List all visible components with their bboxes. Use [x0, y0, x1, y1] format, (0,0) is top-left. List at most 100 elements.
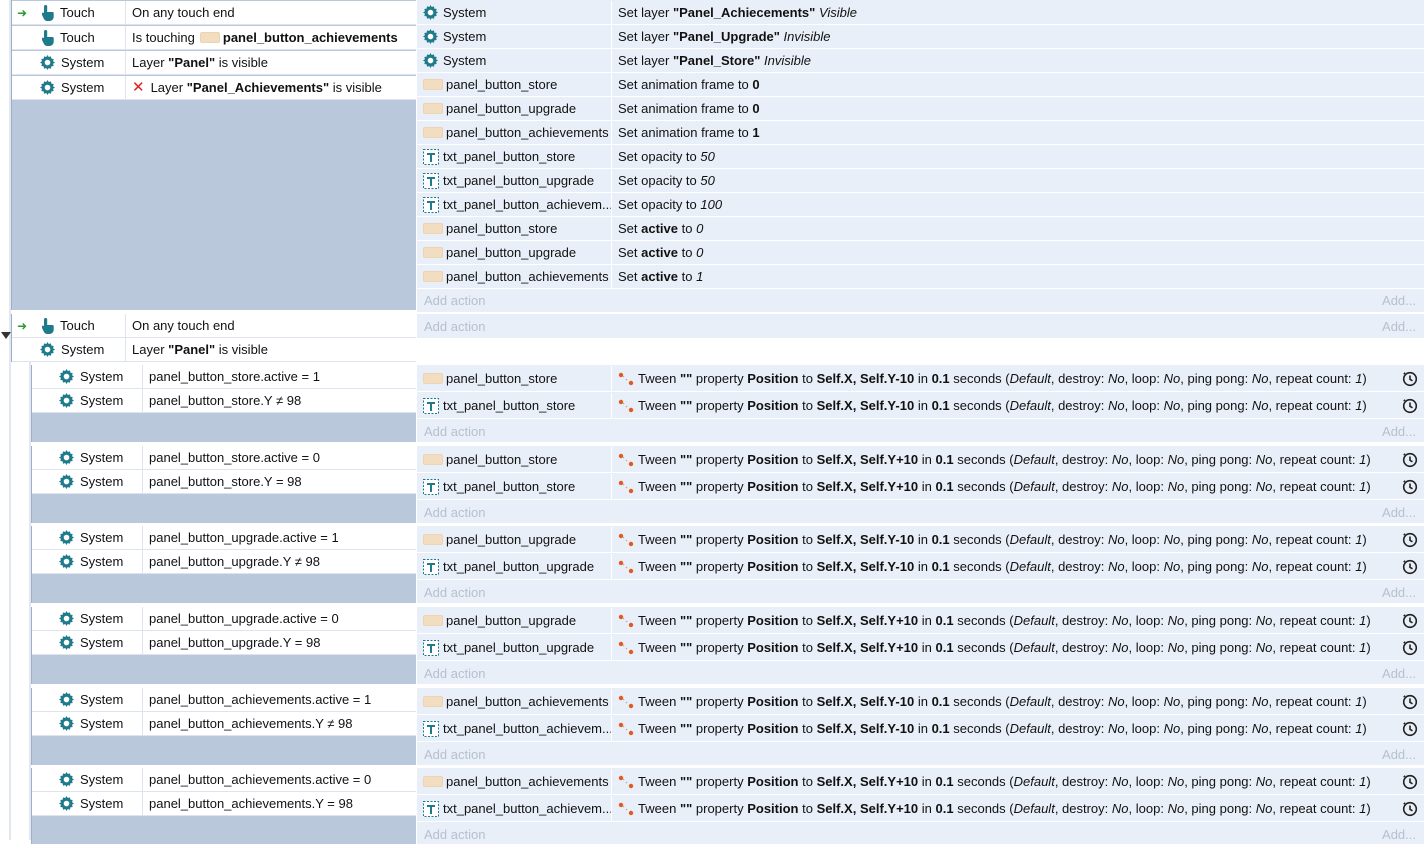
tween-icon — [618, 480, 634, 493]
wait-clock-icon[interactable] — [1402, 774, 1418, 790]
action-row[interactable]: txt_panel_button_achievem... Tween "" pro… — [417, 716, 1424, 742]
condition-row[interactable]: System panel_button_store.Y = 98 — [32, 470, 416, 494]
condition-row[interactable]: System panel_button_upgrade.Y = 98 — [32, 631, 416, 655]
wait-clock-icon[interactable] — [1402, 721, 1418, 737]
add-more-link[interactable]: Add... — [1382, 319, 1416, 334]
wait-clock-icon[interactable] — [1402, 532, 1418, 548]
action-row[interactable]: txt_panel_button_store Set opacity to 50 — [417, 145, 1424, 169]
event1-conditions[interactable]: ➜ Touch On any touch end Touch Is touching pa… — [11, 0, 416, 310]
wait-clock-icon[interactable] — [1402, 559, 1418, 575]
action-row[interactable]: txt_panel_button_achievem... Tween "" pro… — [417, 796, 1424, 822]
action-row[interactable]: panel_button_store Tween "" property Posi… — [417, 447, 1424, 473]
subevent-conditions[interactable]: System panel_button_achievements.active =… — [31, 688, 416, 765]
condition-row[interactable]: System panel_button_upgrade.active = 1 — [32, 526, 416, 550]
action-row[interactable]: txt_panel_button_store Tween "" property … — [417, 393, 1424, 419]
add-more-link[interactable]: Add... — [1382, 424, 1416, 439]
add-more-link[interactable]: Add... — [1382, 666, 1416, 681]
tween-to: to — [802, 774, 813, 789]
action-row[interactable]: panel_button_achievements Set animation f… — [417, 121, 1424, 145]
gear-icon — [59, 393, 74, 408]
condition-row[interactable]: Touch Is touching panel_button_achievement… — [12, 26, 416, 50]
tween-icon — [618, 560, 634, 573]
event2-actions: Add action Add... — [417, 314, 1424, 338]
gear-icon — [59, 530, 74, 545]
wait-clock-icon[interactable] — [1402, 398, 1418, 414]
collapse-toggle[interactable] — [1, 332, 11, 339]
action-row[interactable]: txt_panel_button_upgrade Tween "" propert… — [417, 554, 1424, 580]
action-row[interactable]: System Set layer "Panel_Upgrade" Invisibl… — [417, 25, 1424, 49]
subevent-actions: panel_button_store Tween "" property Posi… — [417, 446, 1424, 523]
text-object-icon — [423, 639, 439, 656]
condition-param: "Panel_Achievements" — [186, 80, 330, 95]
subevent-conditions[interactable]: System panel_button_upgrade.active = 1 Sys… — [31, 526, 416, 603]
add-action-link[interactable]: Add action — [424, 747, 485, 762]
action-row[interactable]: System Set layer "Panel_Store" Invisible — [417, 49, 1424, 73]
action-object-name: txt_panel_button_achievem... — [443, 197, 612, 212]
action-row[interactable]: panel_button_achievements Tween "" proper… — [417, 689, 1424, 715]
action-row[interactable]: panel_button_upgrade Tween "" property Po… — [417, 527, 1424, 553]
condition-row[interactable]: System panel_button_upgrade.active = 0 — [32, 607, 416, 631]
add-action-link[interactable]: Add action — [424, 505, 485, 520]
condition-row[interactable]: System Layer "Panel" is visible — [12, 51, 416, 75]
add-action-link[interactable]: Add action — [424, 319, 485, 334]
condition-row[interactable]: System panel_button_store.Y ≠ 98 — [32, 389, 416, 413]
add-more-link[interactable]: Add... — [1382, 505, 1416, 520]
condition-row[interactable]: System panel_button_upgrade.Y ≠ 98 — [32, 550, 416, 574]
condition-row[interactable]: System panel_button_achievements.Y = 98 — [32, 792, 416, 816]
action-row[interactable]: panel_button_achievements Set active to 1 — [417, 265, 1424, 289]
action-row[interactable]: panel_button_upgrade Set active to 0 — [417, 241, 1424, 265]
action-row[interactable]: panel_button_store Set animation frame to… — [417, 73, 1424, 97]
add-action-link[interactable]: Add action — [424, 666, 485, 681]
add-more-link[interactable]: Add... — [1382, 585, 1416, 600]
subevent-conditions[interactable]: System panel_button_upgrade.active = 0 Sys… — [31, 607, 416, 684]
condition-row[interactable]: System panel_button_store.active = 0 — [32, 446, 416, 470]
add-action-link[interactable]: Add action — [424, 424, 485, 439]
condition-row[interactable]: ➜ Touch On any touch end — [12, 314, 416, 338]
action-row[interactable]: panel_button_upgrade Tween "" property Po… — [417, 608, 1424, 634]
action-text-mid: to — [681, 221, 693, 236]
subevent-conditions[interactable]: System panel_button_store.active = 1 Syste… — [31, 365, 416, 442]
condition-row[interactable]: ➜ Touch On any touch end — [12, 1, 416, 25]
subevent-conditions[interactable]: System panel_button_achievements.active =… — [31, 768, 416, 844]
condition-row[interactable]: System Layer "Panel" is visible — [12, 338, 416, 362]
wait-clock-icon[interactable] — [1402, 613, 1418, 629]
wait-clock-icon[interactable] — [1402, 640, 1418, 656]
add-more-link[interactable]: Add... — [1382, 827, 1416, 842]
action-row[interactable]: txt_panel_button_upgrade Set opacity to 5… — [417, 169, 1424, 193]
tween-destroy-label: , destroy: — [1050, 398, 1105, 413]
add-action-link[interactable]: Add action — [424, 827, 485, 842]
tween-y: Self.Y-10 — [860, 559, 914, 574]
event2-conditions[interactable]: ➜ Touch On any touch end System Layer "Panel… — [11, 314, 416, 362]
action-row[interactable]: panel_button_achievements Tween "" proper… — [417, 769, 1424, 795]
tween-y-prefix: Self.Y — [859, 559, 896, 574]
wait-clock-icon[interactable] — [1402, 371, 1418, 387]
add-action-link[interactable]: Add action — [424, 293, 485, 308]
wait-clock-icon[interactable] — [1402, 479, 1418, 495]
wait-clock-icon[interactable] — [1402, 452, 1418, 468]
action-row[interactable]: panel_button_store Tween "" property Posi… — [417, 366, 1424, 392]
action-row[interactable]: System Set layer "Panel_Achiecements" Vis… — [417, 1, 1424, 25]
condition-row[interactable]: System panel_button_achievements.Y ≠ 98 — [32, 712, 416, 736]
add-more-link[interactable]: Add... — [1382, 293, 1416, 308]
action-row[interactable]: panel_button_upgrade Set animation frame … — [417, 97, 1424, 121]
tween-ease: Default — [1009, 398, 1051, 413]
action-row[interactable]: txt_panel_button_achievem... Set opacity … — [417, 193, 1424, 217]
condition-row[interactable]: System panel_button_achievements.active =… — [32, 768, 416, 792]
text-object-icon — [423, 196, 439, 213]
wait-clock-icon[interactable] — [1402, 694, 1418, 710]
add-more-link[interactable]: Add... — [1382, 747, 1416, 762]
action-object-name: txt_panel_button_store — [443, 149, 576, 164]
wait-clock-icon[interactable] — [1402, 801, 1418, 817]
add-action-link[interactable]: Add action — [424, 585, 485, 600]
subevent-conditions[interactable]: System panel_button_store.active = 0 Syste… — [31, 446, 416, 523]
condition-row[interactable]: System panel_button_store.active = 1 — [32, 365, 416, 389]
action-row[interactable]: txt_panel_button_store Tween "" property … — [417, 474, 1424, 500]
condition-object-name: System — [80, 635, 124, 650]
tween-property-word: property — [695, 452, 744, 467]
tween-pingpong: No — [1251, 721, 1269, 736]
action-row[interactable]: txt_panel_button_upgrade Tween "" propert… — [417, 635, 1424, 661]
condition-row[interactable]: System panel_button_achievements.active =… — [32, 688, 416, 712]
add-action-row: Add action Add... — [417, 501, 1424, 523]
condition-row[interactable]: System ✕ Layer "Panel_Achievements" is vis… — [12, 76, 416, 100]
action-row[interactable]: panel_button_store Set active to 0 — [417, 217, 1424, 241]
